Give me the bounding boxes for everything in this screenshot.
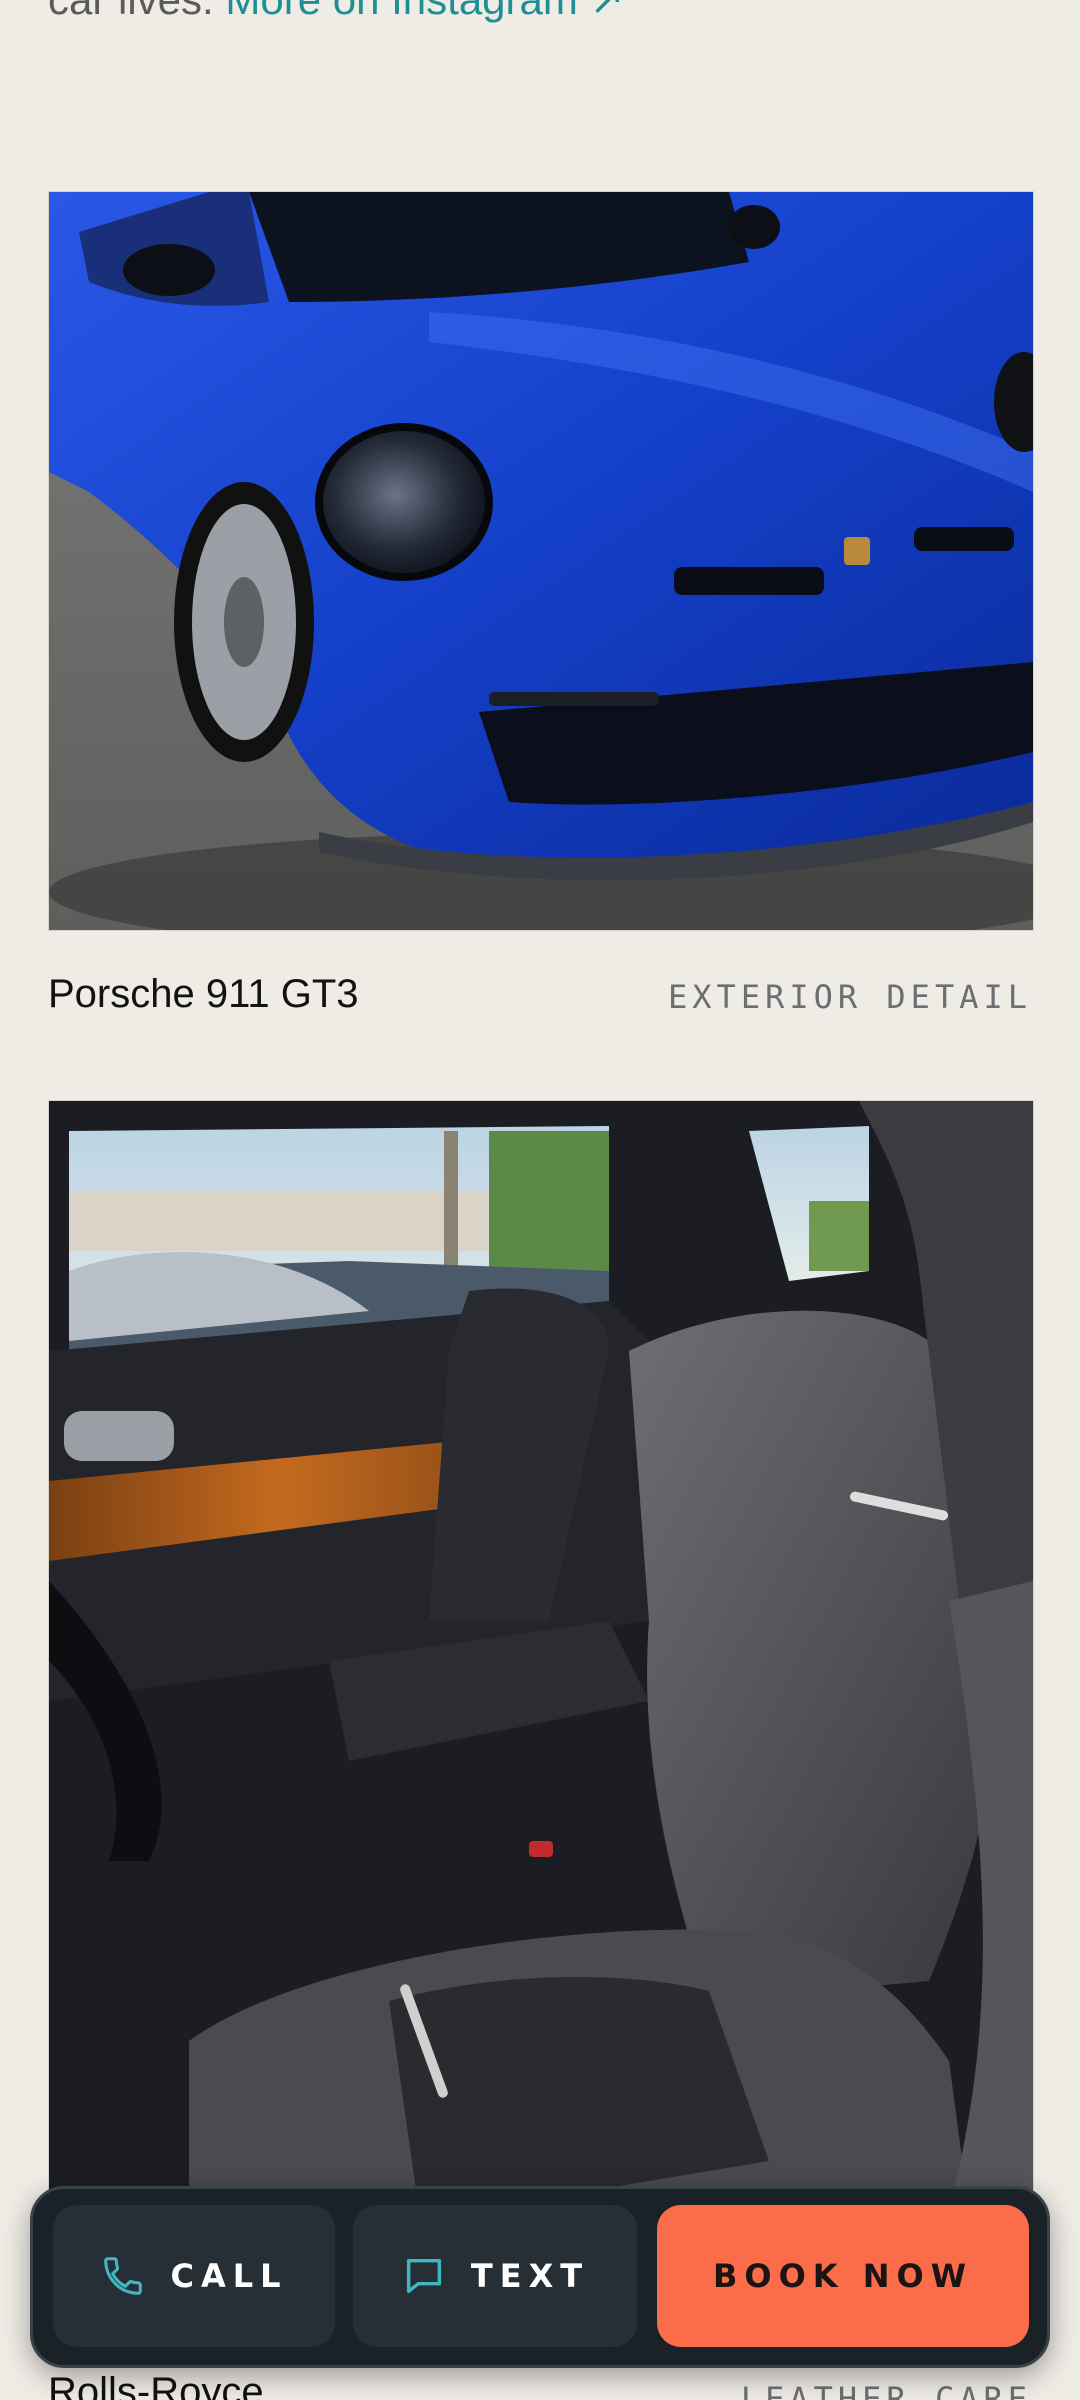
porsche-photo[interactable] <box>48 191 1034 931</box>
book-now-button[interactable]: BOOK NOW <box>657 2205 1029 2347</box>
card-title: Porsche 911 GT3 <box>48 972 359 1016</box>
chat-bubble-icon <box>406 2258 441 2294</box>
action-bar: CALL TEXT BOOK NOW <box>30 2186 1050 2368</box>
porsche-image <box>49 192 1033 930</box>
rolls-royce-photo[interactable] <box>48 1100 1034 2212</box>
page: car lives. More on Instagram ↗ <box>0 0 1080 2400</box>
intro-text: car lives. More on Instagram ↗ <box>48 0 625 28</box>
call-label: CALL <box>170 2257 288 2295</box>
card-tag: EXTERIOR DETAIL <box>668 978 1032 1016</box>
card-tag: LEATHER CARE <box>740 2380 1032 2400</box>
intro-text-prefix: car lives. <box>48 0 214 23</box>
instagram-link[interactable]: More on Instagram ↗ <box>225 0 624 23</box>
call-button[interactable]: CALL <box>53 2205 335 2347</box>
text-label: TEXT <box>470 2257 590 2295</box>
phone-icon <box>104 2257 143 2295</box>
card-title: Rolls-Royce <box>48 2370 264 2400</box>
interior-image <box>49 1101 1033 2211</box>
text-button[interactable]: TEXT <box>353 2205 637 2347</box>
book-now-label: BOOK NOW <box>712 2257 973 2295</box>
